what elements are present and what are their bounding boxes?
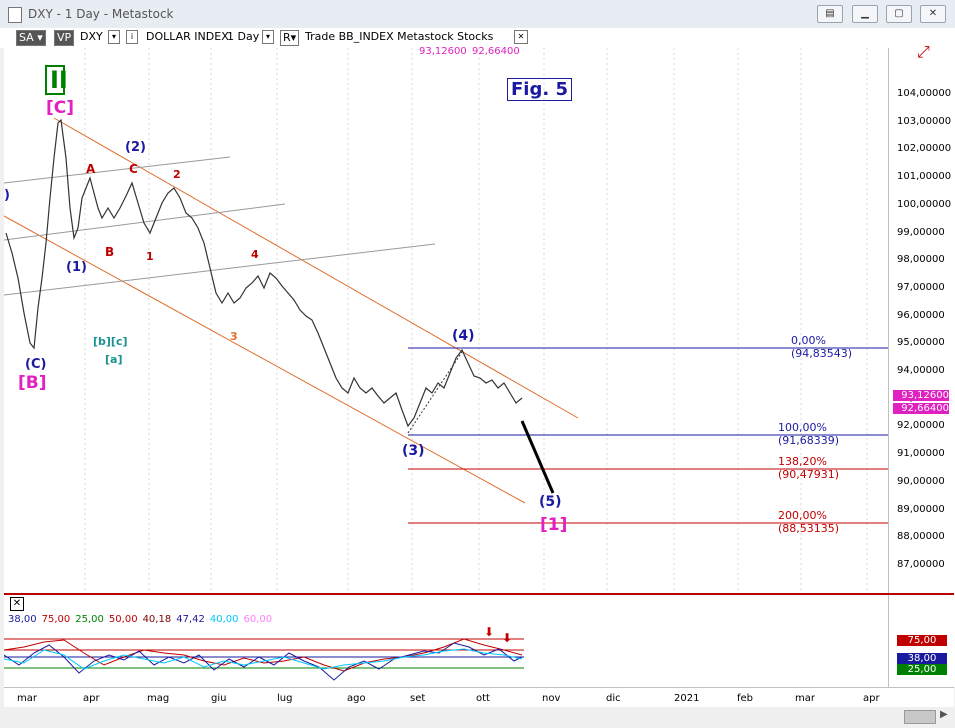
x-tick-label: set: [410, 693, 426, 704]
symbol-dropdown-icon[interactable]: ▾: [108, 30, 120, 44]
vp-button[interactable]: VP: [54, 30, 75, 46]
wave-label-1-paren: (1): [66, 260, 87, 275]
y-tick-label: 92,00000: [897, 420, 945, 432]
indicator-pane[interactable]: ✕ 38,00 75,00 25,00 50,00 40,18 47,42 40,00 60,…: [4, 595, 888, 687]
wave5-projection: [520, 420, 555, 494]
scrollbar-thumb[interactable]: [904, 710, 936, 724]
wave-label-2: 2: [173, 168, 181, 181]
period-dropdown-icon[interactable]: ▾: [262, 30, 274, 44]
info-icon[interactable]: i: [126, 30, 138, 44]
data-feed-label: Trade BB_INDEX Metastock Stocks: [305, 30, 494, 43]
options-icon[interactable]: ▤: [817, 5, 843, 23]
wave-label-B-big: [B]: [18, 373, 47, 393]
wave-label-A: A: [86, 162, 96, 176]
x-tick-label: ott: [476, 693, 490, 704]
wave-label-1-big: [1]: [540, 515, 568, 535]
x-tick-label: ago: [347, 693, 366, 704]
last-high-tag: 93,12600: [893, 390, 949, 401]
figure-label: Fig. 5: [507, 78, 572, 101]
wave-label-C-paren: (C): [25, 357, 47, 372]
wave-label-3-paren: (3): [402, 443, 425, 459]
y-tick-label: 97,00000: [897, 281, 945, 293]
wave-label-a: [a]: [105, 353, 123, 366]
indicators-icon[interactable]: ⤢: [917, 42, 930, 62]
wave-label-bc: [b][c]: [93, 335, 128, 348]
wave-label-B: B: [105, 245, 115, 259]
close-button[interactable]: ✕: [920, 5, 946, 23]
grid-lines: [84, 48, 868, 593]
x-tick-label: feb: [737, 693, 754, 704]
x-tick-label: apr: [863, 693, 880, 704]
fib-label-138: 138,20% (90,47931): [778, 455, 840, 481]
wave-label-5-paren: (5): [539, 494, 562, 510]
y-tick-label: 90,00000: [897, 475, 945, 487]
price-chart[interactable]: II [C] [B] (C) ) (1) (2) A B C 2 1 4 3 […: [4, 46, 888, 593]
title-bar: DXY - 1 Day - Metastock ▤ ▁ ▢ ✕: [0, 0, 955, 29]
time-axis: mar apr mag giu lug ago set ott nov dic 2021 feb mar…: [4, 687, 954, 708]
y-tick-label: 100,00000: [897, 198, 952, 210]
fib-label-200: 200,00% (88,53135): [778, 509, 840, 535]
y-tick-label: 96,00000: [897, 309, 945, 321]
wave-label-1: 1: [146, 250, 154, 263]
price-axis: ⤢ 104,00000 103,00000 102,00000 101,00000 10…: [888, 42, 955, 593]
fib-label-100: 100,00% (91,68339): [778, 421, 840, 447]
wave-label-2-paren: (2): [125, 140, 146, 155]
wave-label-C: C: [129, 162, 138, 176]
y-tick-label: 88,00000: [897, 531, 945, 543]
document-icon: [8, 7, 22, 23]
last-low-tag: 92,66400: [893, 403, 949, 414]
price-readout-2: 92,66400: [472, 46, 520, 57]
scroll-right-icon[interactable]: ▶: [940, 709, 948, 720]
period-label: 1 Day: [227, 30, 260, 43]
y-tick-label: 99,00000: [897, 226, 945, 238]
window-title: DXY - 1 Day - Metastock: [28, 7, 174, 21]
sell-signal-icon: ⬇: [484, 625, 494, 639]
y-tick-label: 98,00000: [897, 254, 945, 266]
chart-toolbar: SA ▾ VP DXY ▾ i DOLLAR INDEX 1 Day ▾ R▾ …: [0, 28, 955, 48]
wave-label-3: 3: [230, 330, 238, 343]
sell-signal-icon-2: ⬇: [502, 631, 512, 645]
x-tick-label: lug: [277, 693, 293, 704]
x-tick-label: apr: [83, 693, 100, 704]
x-tick-label: mag: [147, 693, 170, 704]
symbol-label: DXY: [80, 30, 103, 43]
x-tick-label: 2021: [674, 693, 700, 704]
y-tick-label: 91,00000: [897, 448, 945, 460]
minimize-button[interactable]: ▁: [852, 5, 878, 23]
wave-label-left-paren: ): [4, 188, 10, 203]
x-tick-label: mar: [795, 693, 815, 704]
close-symbol-icon[interactable]: ✕: [514, 30, 528, 44]
x-tick-label: dic: [606, 693, 621, 704]
y-tick-label: 101,00000: [897, 171, 952, 183]
maximize-button[interactable]: ▢: [886, 5, 912, 23]
y-tick-label: 89,00000: [897, 503, 945, 515]
wave-label-4: 4: [251, 248, 259, 261]
wave-label-4-paren: (4): [452, 328, 475, 344]
y-tick-label: 103,00000: [897, 115, 952, 127]
wave-label-C-big: [C]: [46, 98, 75, 118]
ind-tag-38: 38,00: [897, 653, 947, 664]
y-tick-label: 94,00000: [897, 365, 945, 376]
y-tick-label: 102,00000: [897, 143, 952, 155]
x-tick-label: nov: [542, 693, 561, 704]
oscillator-red: [4, 638, 523, 672]
y-tick-label: 104,00000: [897, 88, 952, 99]
y-tick-label: 95,00000: [897, 337, 945, 349]
price-readout-1: 93,12600: [419, 46, 467, 57]
x-tick-label: mar: [17, 693, 37, 704]
fib-label-0: 0,00% (94,83543): [791, 334, 853, 360]
wave-label-II: II: [50, 66, 68, 94]
ind-tag-25: 25,00: [897, 664, 947, 675]
ind-tag-75: 75,00: [897, 635, 947, 646]
r-button[interactable]: R▾: [280, 30, 300, 46]
x-tick-label: giu: [211, 693, 227, 704]
horizontal-scrollbar[interactable]: ▶: [4, 707, 954, 725]
indicator-axis: 75,00 38,00 25,00: [888, 595, 955, 687]
security-name: DOLLAR INDEX: [146, 30, 229, 43]
sa-button[interactable]: SA ▾: [16, 30, 46, 46]
y-tick-label: 87,00000: [897, 558, 945, 570]
